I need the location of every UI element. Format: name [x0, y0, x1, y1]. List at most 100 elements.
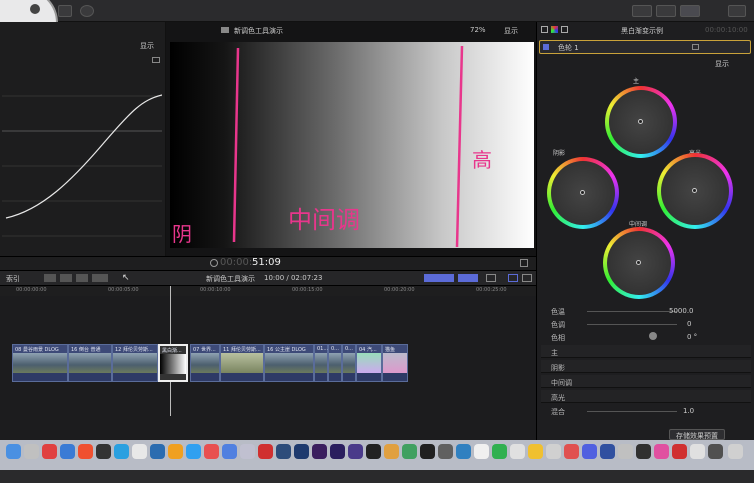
effects-browser-icon[interactable]	[508, 274, 518, 282]
app-icon[interactable]	[150, 444, 165, 459]
section-row-midtones[interactable]: 中间调	[541, 375, 751, 388]
brush-icon[interactable]	[30, 4, 40, 14]
viewer-zoom[interactable]: 72%	[470, 26, 486, 34]
app-icon[interactable]	[546, 444, 561, 459]
section-row-master[interactable]: 主	[541, 345, 751, 358]
davinci-icon[interactable]	[420, 444, 435, 459]
timeline-clip[interactable]: 0...	[328, 344, 342, 382]
shadows-color-wheel[interactable]	[547, 157, 619, 229]
app-icon[interactable]	[42, 444, 57, 459]
highlights-color-wheel[interactable]	[657, 153, 733, 229]
video-inspector-icon[interactable]	[541, 26, 548, 33]
launchpad-icon[interactable]	[24, 444, 39, 459]
hue-dial-icon[interactable]	[649, 332, 657, 340]
clip-overwrite-icon[interactable]	[92, 274, 108, 282]
param-slider[interactable]	[587, 324, 677, 325]
clip-append-icon[interactable]	[44, 274, 56, 282]
master-color-wheel[interactable]	[605, 86, 677, 158]
app-icon[interactable]	[60, 444, 75, 459]
premiere-icon[interactable]	[312, 444, 327, 459]
inspector-tabs[interactable]	[541, 26, 571, 34]
app-icon[interactable]	[348, 444, 363, 459]
app-icon[interactable]	[690, 444, 705, 459]
snapping-icon[interactable]	[458, 274, 478, 282]
app-icon[interactable]	[492, 444, 507, 459]
param-value[interactable]: 0	[687, 320, 691, 328]
app-icon[interactable]	[672, 444, 687, 459]
app-icon[interactable]	[222, 444, 237, 459]
scopes-display-menu[interactable]: 显示	[140, 41, 154, 51]
app-icon[interactable]	[564, 444, 579, 459]
timeline-clip[interactable]: 猫鱼	[382, 344, 408, 382]
selected-timeline-clip[interactable]: 黑白渐...	[158, 344, 188, 382]
audio-skimming-icon[interactable]	[424, 274, 454, 282]
mix-value[interactable]: 1.0	[683, 407, 694, 415]
photoshop-icon[interactable]	[294, 444, 309, 459]
app-icon[interactable]	[168, 444, 183, 459]
transitions-browser-icon[interactable]	[522, 274, 532, 282]
app-icon[interactable]	[132, 444, 147, 459]
timeline-clip[interactable]: 0...	[342, 344, 356, 382]
app-icon[interactable]	[78, 444, 93, 459]
effect-mask-icon[interactable]	[692, 44, 699, 50]
app-icon[interactable]	[618, 444, 633, 459]
app-icon[interactable]	[438, 444, 453, 459]
final-cut-icon[interactable]	[366, 444, 381, 459]
timeline-clip[interactable]: 04 汽...	[356, 344, 382, 382]
inspector-toggle-icon[interactable]	[680, 5, 700, 17]
midtones-color-wheel[interactable]	[603, 227, 675, 299]
app-icon[interactable]	[114, 444, 129, 459]
key-icon[interactable]	[58, 5, 72, 17]
check-icon[interactable]	[80, 5, 94, 17]
app-icon[interactable]	[96, 444, 111, 459]
app-icon[interactable]	[258, 444, 273, 459]
section-row-shadows[interactable]: 阴影	[541, 360, 751, 373]
effect-enable-checkbox[interactable]	[543, 44, 549, 50]
app-icon[interactable]	[654, 444, 669, 459]
app-icon[interactable]	[402, 444, 417, 459]
app-icon[interactable]	[240, 444, 255, 459]
info-inspector-icon[interactable]	[561, 26, 568, 33]
fullscreen-icon[interactable]	[520, 259, 528, 267]
effect-name[interactable]: 色轮 1	[558, 43, 579, 53]
app-icon[interactable]	[474, 444, 489, 459]
effect-selector[interactable]: 色轮 1	[539, 40, 751, 54]
app-icon[interactable]	[636, 444, 651, 459]
timeline-ruler[interactable]: 00:00:00:00 00:00:05:00 00:00:10:00 00:0…	[0, 286, 536, 296]
app-icon[interactable]	[600, 444, 615, 459]
app-icon[interactable]	[528, 444, 543, 459]
param-value[interactable]: 0 °	[687, 333, 697, 341]
app-icon[interactable]	[510, 444, 525, 459]
timeline-toggle-icon[interactable]	[656, 5, 676, 17]
inspector-display-menu[interactable]: 显示	[715, 59, 729, 69]
after-effects-icon[interactable]	[330, 444, 345, 459]
select-tool-icon[interactable]: ↖	[122, 273, 130, 283]
timeline-clip[interactable]: 01...	[314, 344, 328, 382]
clip-insert-icon[interactable]	[60, 274, 72, 282]
play-icon[interactable]	[210, 259, 218, 267]
timeline-clip[interactable]: 07 世界...	[190, 344, 220, 382]
app-icon[interactable]	[384, 444, 399, 459]
app-icon[interactable]	[186, 444, 201, 459]
app-icon[interactable]	[582, 444, 597, 459]
timeline-clip[interactable]: 12 拜伦贝劳斯...	[112, 344, 158, 382]
clip-appearance-icon[interactable]	[486, 274, 496, 282]
timeline-clip[interactable]: 16 公主崖 DLOG	[264, 344, 314, 382]
clip-connect-icon[interactable]	[76, 274, 88, 282]
finder-icon[interactable]	[6, 444, 21, 459]
app-icon[interactable]	[204, 444, 219, 459]
timeline-area[interactable]: 08 曼谷雨景 DLOG 16 倒台 普通 12 拜伦贝劳斯... 黑白渐...…	[0, 286, 536, 440]
save-preset-button[interactable]: 存储效果预置	[669, 429, 725, 440]
timeline-clip[interactable]: 11 拜伦贝劳斯...	[220, 344, 264, 382]
param-slider[interactable]	[587, 311, 677, 312]
color-inspector-icon[interactable]	[551, 26, 558, 33]
lightroom-icon[interactable]	[276, 444, 291, 459]
timeline-clip[interactable]: 16 倒台 普通	[68, 344, 112, 382]
timeline-clip[interactable]: 08 曼谷雨景 DLOG	[12, 344, 68, 382]
index-tab[interactable]: 索引	[6, 274, 20, 284]
app-icon[interactable]	[456, 444, 471, 459]
viewer-display-menu[interactable]: 显示	[504, 26, 518, 36]
scope-settings-icon[interactable]	[152, 57, 160, 63]
browser-toggle-icon[interactable]	[632, 5, 652, 17]
mix-slider[interactable]	[587, 411, 677, 412]
